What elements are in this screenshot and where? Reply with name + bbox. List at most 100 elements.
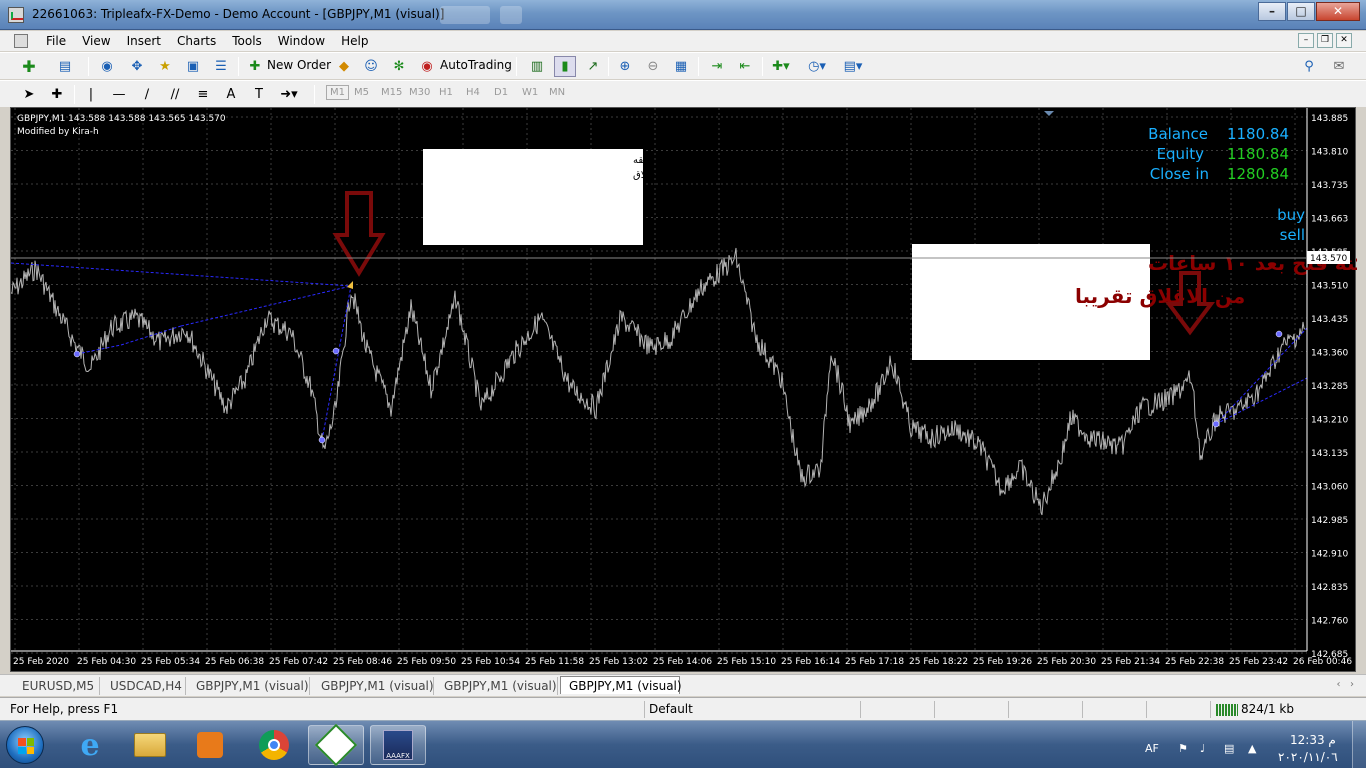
market-watch-icon[interactable]: ◉	[96, 56, 118, 77]
line-chart-icon[interactable]: ↗	[582, 56, 604, 77]
mdi-restore-button[interactable]: ❐	[1317, 33, 1333, 48]
clock-time[interactable]: 12:33 م	[1290, 733, 1336, 747]
close-button[interactable]: ✕	[1316, 2, 1360, 21]
trade-marker[interactable]	[332, 347, 340, 355]
timeframe-m15[interactable]: M15	[381, 87, 402, 98]
volume-icon[interactable]: ♩	[1200, 742, 1214, 755]
cursor-icon[interactable]: ➤	[18, 84, 40, 105]
tile-windows-icon[interactable]: ▦	[670, 56, 692, 77]
media-player-icon[interactable]	[182, 725, 238, 765]
sell-button[interactable]: sell	[1280, 226, 1305, 244]
autotrading-icon[interactable]: ◉	[416, 56, 438, 77]
text-label-icon[interactable]: T	[248, 84, 270, 105]
chat-icon[interactable]: ✉	[1328, 56, 1350, 77]
trade-marker[interactable]	[1275, 330, 1283, 338]
buy-button[interactable]: buy	[1277, 206, 1305, 224]
minimize-button[interactable]: –	[1258, 2, 1286, 21]
terminal-icon[interactable]: ▣	[182, 56, 204, 77]
menu-tools[interactable]: Tools	[224, 33, 270, 49]
chart-tab[interactable]: USDCAD,H4	[102, 677, 186, 695]
menu-view[interactable]: View	[74, 33, 118, 49]
timeframe-m5[interactable]: M5	[354, 87, 369, 98]
timeframe-mn[interactable]: MN	[549, 87, 565, 98]
x-tick-label: 26 Feb 00:46	[1293, 657, 1352, 667]
indicators-icon[interactable]: ✚▾	[770, 56, 792, 77]
clock-date[interactable]: ٢٠٢٠/١١/٠٦	[1278, 750, 1338, 764]
channels-icon[interactable]: ∕∕	[164, 84, 186, 105]
bar-chart-icon[interactable]: ▥	[526, 56, 548, 77]
note-1-line-2: التاليه للاغلاق	[633, 170, 687, 181]
metaeditor-icon[interactable]: ◆	[333, 56, 355, 77]
chart-grid	[11, 108, 1307, 654]
metatrader-icon[interactable]	[308, 723, 364, 767]
y-tick-label: 143.735	[1311, 181, 1348, 191]
signals-icon[interactable]: ✻	[388, 56, 410, 77]
profiles-icon[interactable]: ▤	[54, 56, 76, 77]
chart-tab[interactable]: GBPJPY,M1 (visual)	[313, 677, 434, 695]
chrome-icon[interactable]	[246, 725, 302, 765]
new-order-icon[interactable]: ✚	[244, 56, 266, 77]
menu-insert[interactable]: Insert	[119, 33, 169, 49]
trade-marker[interactable]	[1212, 420, 1220, 428]
action-center-icon[interactable]: ⚑	[1178, 742, 1192, 755]
fibonacci-icon[interactable]: ≡	[192, 84, 214, 105]
timeframe-h4[interactable]: H4	[466, 87, 480, 98]
zoom-in-icon[interactable]: ⊕	[614, 56, 636, 77]
candlestick-icon[interactable]: ▮	[554, 56, 576, 77]
chart-shift-icon[interactable]: ⇥	[706, 56, 728, 77]
arrows-icon[interactable]: ➜▾	[278, 84, 300, 105]
vertical-line-icon[interactable]: |	[80, 84, 102, 105]
community-icon[interactable]: ☺	[360, 56, 382, 77]
connection-bars-icon	[1216, 704, 1238, 716]
mdi-close-button[interactable]: ✕	[1336, 33, 1352, 48]
data-window-icon[interactable]: ✥	[126, 56, 148, 77]
navigator-icon[interactable]: ★	[154, 56, 176, 77]
chart-tab[interactable]: EURUSD,M5	[14, 677, 100, 695]
language-indicator[interactable]: AF	[1145, 742, 1159, 755]
chart-window-icon[interactable]	[14, 34, 28, 48]
network-icon[interactable]: ▤	[1224, 742, 1238, 755]
chart-tab[interactable]: GBPJPY,M1 (visual)	[188, 677, 310, 695]
strategy-tester-icon[interactable]: ☰	[210, 56, 232, 77]
horizontal-line-icon[interactable]: —	[108, 84, 130, 105]
timeframe-d1[interactable]: D1	[494, 87, 508, 98]
chart-tab[interactable]: GBPJPY,M1 (visual)	[436, 677, 558, 695]
note-box-1[interactable]	[423, 149, 643, 245]
periods-icon[interactable]: ◷▾	[806, 56, 828, 77]
show-desktop-button[interactable]	[1352, 721, 1366, 768]
file-explorer-icon[interactable]	[122, 725, 178, 765]
tab-scroll-arrows[interactable]: ‹ ›	[1336, 679, 1354, 690]
aaafx-icon[interactable]: AAAFX	[370, 725, 426, 765]
timeframe-m30[interactable]: M30	[409, 87, 430, 98]
search-icon[interactable]: ⚲	[1298, 56, 1320, 77]
menu-help[interactable]: Help	[333, 33, 376, 49]
trade-marker[interactable]	[318, 436, 326, 444]
power-icon[interactable]: ▲	[1248, 742, 1262, 755]
timeframe-w1[interactable]: W1	[522, 87, 538, 98]
start-button[interactable]	[6, 726, 44, 764]
timeframe-m1[interactable]: M1	[326, 85, 349, 100]
timeframe-h1[interactable]: H1	[439, 87, 453, 98]
new-order-button[interactable]: New Order	[267, 58, 331, 72]
crosshair-icon[interactable]: ✚	[46, 84, 68, 105]
maximize-button[interactable]: □	[1287, 2, 1315, 21]
menu-charts[interactable]: Charts	[169, 33, 224, 49]
trade-marker[interactable]	[73, 350, 81, 358]
internet-explorer-icon[interactable]: e	[62, 725, 118, 765]
chart-area[interactable]: 143.885143.810143.735143.663143.585143.5…	[10, 107, 1366, 673]
zoom-out-icon[interactable]: ⊖	[642, 56, 664, 77]
autoscroll-icon[interactable]: ⇤	[734, 56, 756, 77]
chart-tab[interactable]: GBPJPY,M1 (visual)	[560, 676, 682, 694]
text-icon[interactable]: A	[220, 84, 242, 105]
title-bar: 22661063: Tripleafx-FX-Demo - Demo Accou…	[0, 0, 1366, 30]
status-empty	[1082, 701, 1144, 718]
menu-file[interactable]: File	[38, 33, 74, 49]
autotrading-button[interactable]: AutoTrading	[440, 58, 512, 72]
mdi-minimize-button[interactable]: –	[1298, 33, 1314, 48]
price-chart[interactable]: 143.885143.810143.735143.663143.585143.5…	[10, 108, 1366, 673]
note-2-line-2: من الاغلاق تقريبا	[1075, 284, 1245, 308]
menu-window[interactable]: Window	[270, 33, 333, 49]
trendline-icon[interactable]: ∕	[136, 84, 158, 105]
templates-icon[interactable]: ▤▾	[842, 56, 864, 77]
new-chart-icon[interactable]: ✚	[18, 56, 40, 77]
